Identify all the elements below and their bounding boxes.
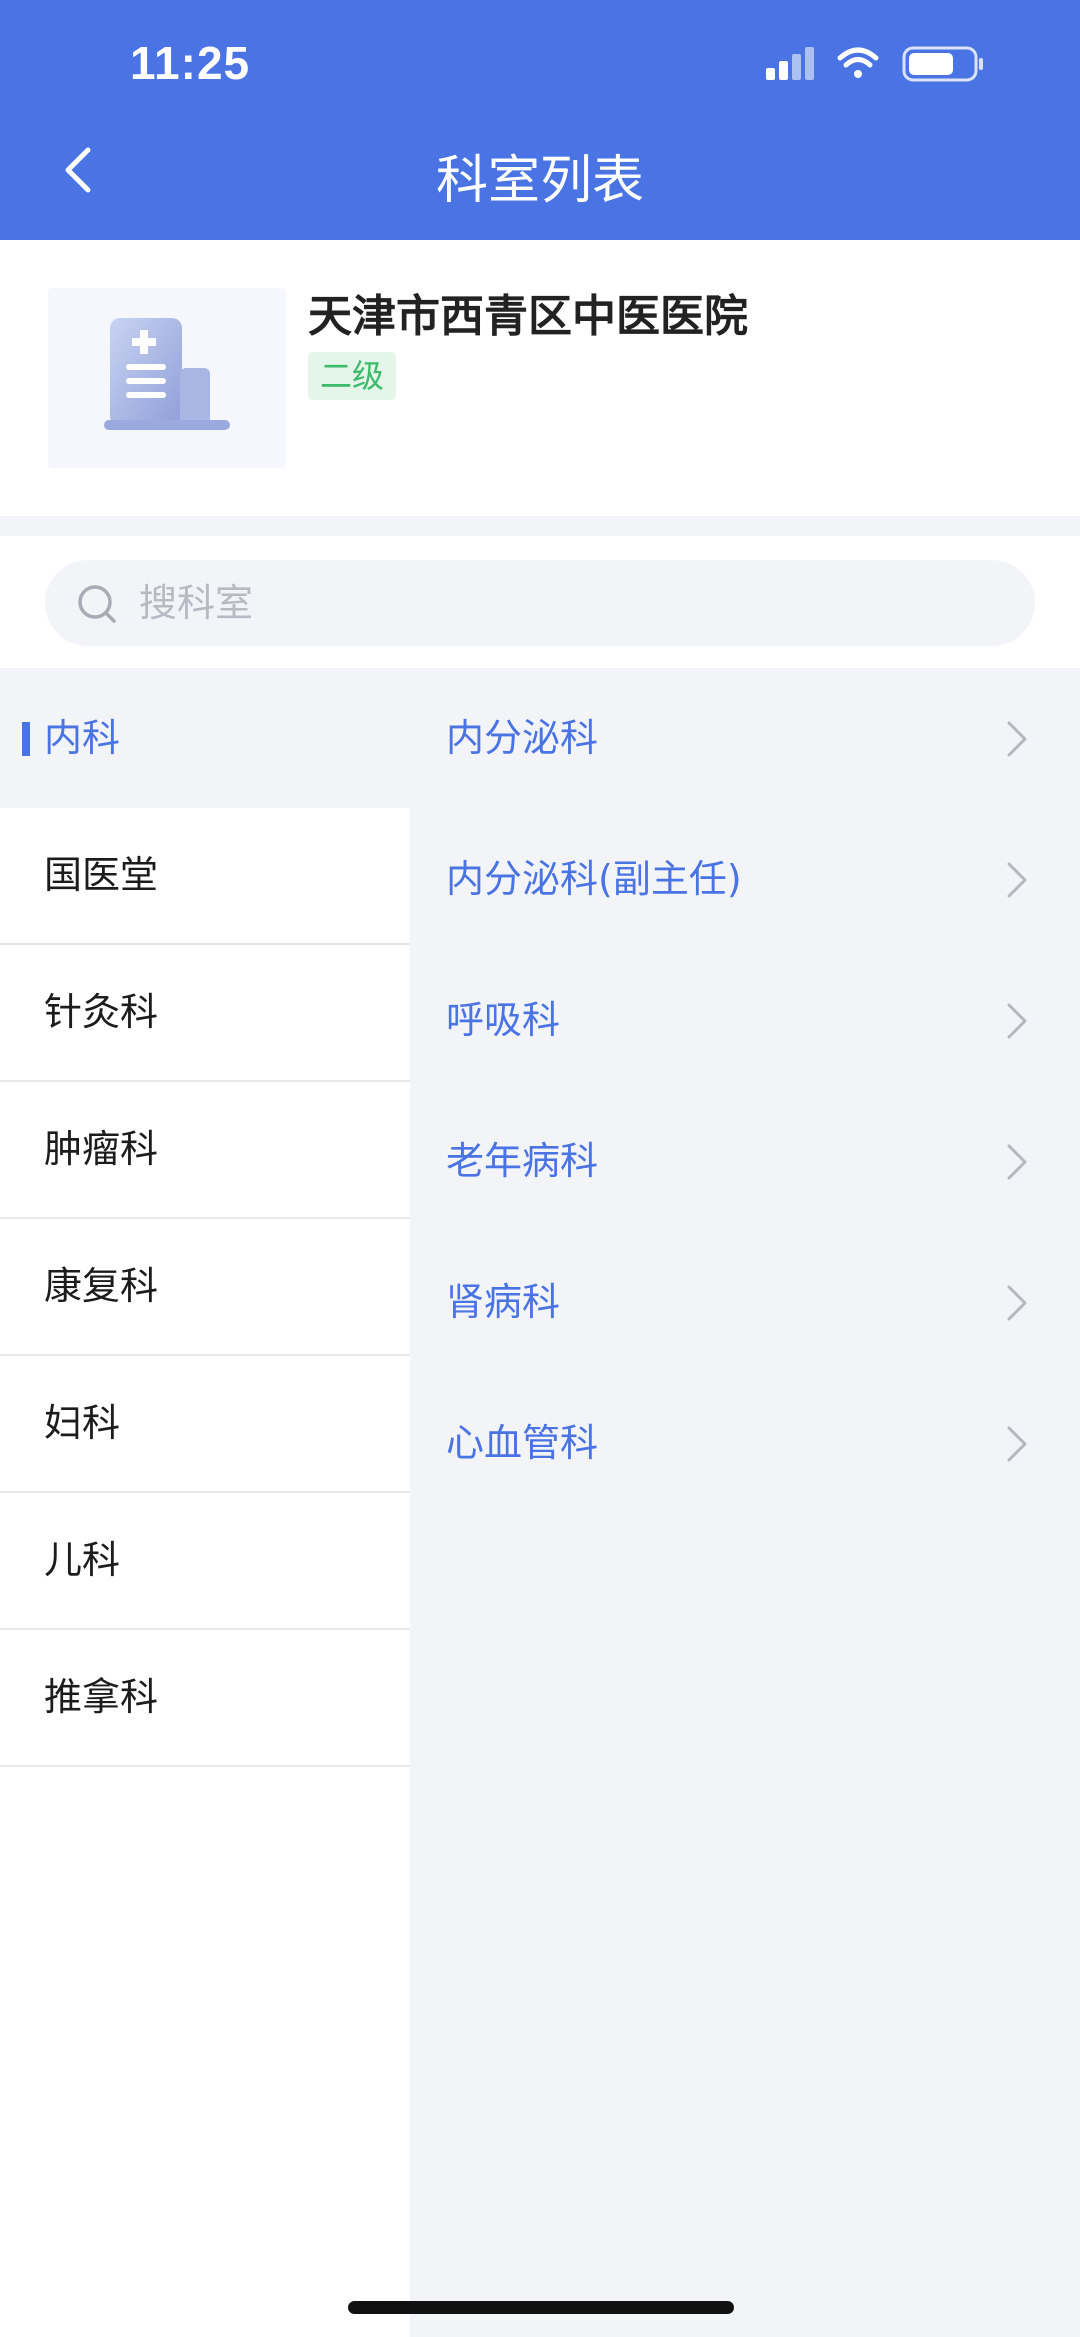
department-item[interactable]: 心血管科 [410, 1373, 1080, 1514]
category-item-pediatrics[interactable]: 儿科 [0, 1493, 410, 1630]
hospital-level-badge: 二级 [308, 352, 397, 400]
category-item-gynecology[interactable]: 妇科 [0, 1356, 410, 1493]
search-input[interactable] [137, 560, 997, 646]
department-item[interactable]: 肾病科 [410, 1232, 1080, 1373]
department-label: 心血管科 [446, 1421, 599, 1465]
category-item-tuina[interactable]: 推拿科 [0, 1630, 410, 1767]
category-label: 推拿科 [44, 1675, 159, 1719]
category-item-rehabilitation[interactable]: 康复科 [0, 1219, 410, 1356]
category-label: 妇科 [44, 1401, 121, 1445]
hospital-card: 天津市西青区中医医院 二级 [0, 240, 1080, 516]
category-label: 内科 [44, 716, 121, 760]
search-box[interactable] [45, 560, 1035, 646]
department-label: 肾病科 [446, 1280, 561, 1324]
wifi-icon [837, 47, 879, 78]
category-item-acupuncture[interactable]: 针灸科 [0, 945, 410, 1082]
category-list: 内科 国医堂 针灸科 肿瘤科 康复科 妇科 儿科 推拿科 [0, 668, 410, 2337]
department-label: 内分泌科(副主任) [446, 857, 742, 901]
hospital-building-icon [104, 318, 230, 430]
department-label: 老年病科 [446, 1139, 599, 1183]
category-item-guoyitang[interactable]: 国医堂 [0, 808, 410, 945]
chevron-right-icon [1007, 1426, 1027, 1462]
search-icon [78, 585, 116, 623]
status-time: 11:25 [130, 37, 251, 89]
category-item-oncology[interactable]: 肿瘤科 [0, 1082, 410, 1219]
search-bar [0, 536, 1080, 668]
chevron-right-icon [1007, 721, 1027, 757]
status-icons [766, 44, 996, 84]
page-title: 科室列表 [435, 151, 644, 211]
hospital-name: 天津市西青区中医医院 [308, 291, 748, 342]
category-label: 国医堂 [44, 853, 159, 897]
home-indicator[interactable] [348, 2301, 734, 2314]
app-header: 11:25 科室列表 [0, 0, 1080, 240]
category-label: 针灸科 [44, 990, 159, 1034]
department-list: 内分泌科 内分泌科(副主任) 呼吸科 老年病科 肾病科 心血管科 [410, 668, 1080, 2337]
department-label: 呼吸科 [446, 998, 561, 1042]
chevron-right-icon [1007, 1144, 1027, 1180]
department-item[interactable]: 呼吸科 [410, 950, 1080, 1091]
category-label: 肿瘤科 [44, 1127, 159, 1171]
chevron-right-icon [1007, 1003, 1027, 1039]
section-divider [0, 516, 1080, 536]
chevron-right-icon [1007, 1285, 1027, 1321]
category-label: 儿科 [44, 1538, 121, 1582]
department-item[interactable]: 内分泌科 [410, 668, 1080, 809]
battery-icon [902, 46, 983, 82]
active-indicator [22, 722, 30, 756]
category-item-internal-medicine[interactable]: 内科 [0, 668, 410, 808]
hospital-image [48, 288, 286, 468]
department-item[interactable]: 内分泌科(副主任) [410, 809, 1080, 950]
department-item[interactable]: 老年病科 [410, 1091, 1080, 1232]
department-label: 内分泌科 [446, 716, 599, 760]
category-label: 康复科 [44, 1264, 159, 1308]
chevron-right-icon [1007, 862, 1027, 898]
cellular-signal-icon [766, 47, 814, 80]
